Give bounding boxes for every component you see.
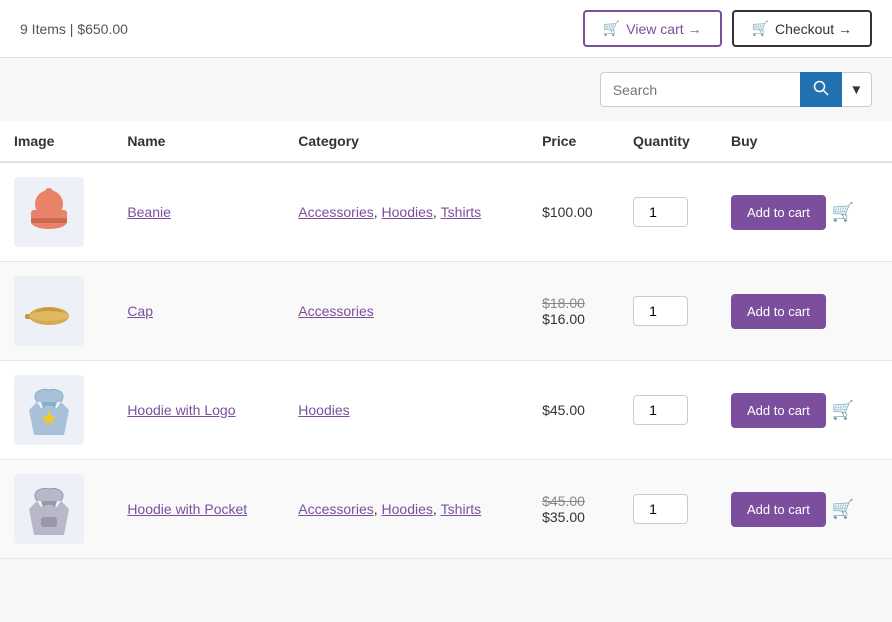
price-sale: $16.00 (542, 311, 605, 327)
items-count: 9 Items | $650.00 (20, 21, 128, 37)
category-link[interactable]: Hoodies (382, 204, 433, 220)
product-quantity-cell (619, 460, 717, 559)
product-price-cell: $100.00 (528, 162, 619, 262)
product-buy-cell: Add to cart 🛒 (717, 460, 892, 559)
product-image (14, 276, 84, 346)
checkout-icon: 🛒 (752, 20, 769, 37)
quantity-input[interactable] (633, 197, 688, 227)
category-link[interactable]: Accessories (298, 303, 373, 319)
checkout-button[interactable]: 🛒 Checkout → (732, 10, 872, 47)
table-row: Hoodie with Logo Hoodies $45.00 Add to car… (0, 361, 892, 460)
product-buy-cell: Add to cart (717, 262, 892, 361)
table-row: Hoodie with Pocket Accessories, Hoodies, … (0, 460, 892, 559)
cart-icon: 🛒 (832, 400, 854, 421)
quantity-input[interactable] (633, 395, 688, 425)
product-name-cell: Beanie (113, 162, 284, 262)
cart-cursor-icon: 🛒 (832, 202, 854, 223)
cart-icon: 🛒 (603, 20, 620, 37)
product-price-cell: $45.00$35.00 (528, 460, 619, 559)
category-link[interactable]: Hoodies (382, 501, 433, 517)
col-quantity: Quantity (619, 121, 717, 162)
category-link[interactable]: Tshirts (441, 204, 481, 220)
product-category-cell: Accessories, Hoodies, Tshirts (284, 162, 528, 262)
search-input[interactable] (600, 72, 800, 107)
col-price: Price (528, 121, 619, 162)
product-name-link[interactable]: Cap (127, 303, 153, 319)
table-row: Beanie Accessories, Hoodies, Tshirts $100.… (0, 162, 892, 262)
product-image-cell (0, 460, 113, 559)
category-link[interactable]: Accessories (298, 501, 373, 517)
product-quantity-cell (619, 162, 717, 262)
col-category: Category (284, 121, 528, 162)
buy-cell: Add to cart 🛒 (731, 393, 878, 428)
product-image-cell (0, 262, 113, 361)
product-buy-cell: Add to cart 🛒 (717, 361, 892, 460)
table-header-row: Image Name Category Price Quantity Buy (0, 121, 892, 162)
product-buy-cell: Add to cart 🛒 (717, 162, 892, 262)
product-image (14, 375, 84, 445)
col-buy: Buy (717, 121, 892, 162)
product-name-cell: Cap (113, 262, 284, 361)
price-sale: $35.00 (542, 509, 605, 525)
product-price-cell: $45.00 (528, 361, 619, 460)
price-original: $18.00 (542, 295, 605, 311)
product-price-cell: $18.00$16.00 (528, 262, 619, 361)
buy-cell: Add to cart 🛒 (731, 492, 878, 527)
category-link[interactable]: Accessories (298, 204, 373, 220)
buy-cell: Add to cart 🛒 (731, 195, 878, 230)
search-button[interactable] (800, 72, 842, 107)
buy-cell: Add to cart (731, 294, 878, 329)
price-original: $45.00 (542, 493, 605, 509)
search-dropdown-button[interactable]: ▼ (842, 72, 872, 107)
view-cart-button[interactable]: 🛒 View cart → (583, 10, 722, 47)
category-link[interactable]: Hoodies (298, 402, 349, 418)
category-link[interactable]: Tshirts (441, 501, 481, 517)
product-name-link[interactable]: Beanie (127, 204, 171, 220)
product-name-cell: Hoodie with Logo (113, 361, 284, 460)
col-image: Image (0, 121, 113, 162)
product-image-cell (0, 361, 113, 460)
product-image (14, 474, 84, 544)
product-name-link[interactable]: Hoodie with Logo (127, 402, 235, 418)
add-to-cart-button[interactable]: Add to cart (731, 195, 826, 230)
product-category-cell: Accessories, Hoodies, Tshirts (284, 460, 528, 559)
product-image (14, 177, 84, 247)
product-category-cell: Hoodies (284, 361, 528, 460)
product-image-cell (0, 162, 113, 262)
product-table: Image Name Category Price Quantity Buy B… (0, 121, 892, 559)
quantity-input[interactable] (633, 296, 688, 326)
search-bar: ▼ (0, 58, 892, 121)
price-normal: $45.00 (542, 402, 585, 418)
add-to-cart-button[interactable]: Add to cart (731, 393, 826, 428)
product-name-cell: Hoodie with Pocket (113, 460, 284, 559)
col-name: Name (113, 121, 284, 162)
add-to-cart-button[interactable]: Add to cart (731, 492, 826, 527)
top-bar: 9 Items | $650.00 🛒 View cart → 🛒 Checko… (0, 0, 892, 58)
quantity-input[interactable] (633, 494, 688, 524)
product-category-cell: Accessories (284, 262, 528, 361)
search-icon (813, 80, 829, 96)
table-row: Cap Accessories $18.00$16.00 Add to cart (0, 262, 892, 361)
price-normal: $100.00 (542, 204, 593, 220)
product-quantity-cell (619, 361, 717, 460)
add-to-cart-button[interactable]: Add to cart (731, 294, 826, 329)
product-quantity-cell (619, 262, 717, 361)
product-name-link[interactable]: Hoodie with Pocket (127, 501, 247, 517)
cart-icon: 🛒 (832, 499, 854, 520)
